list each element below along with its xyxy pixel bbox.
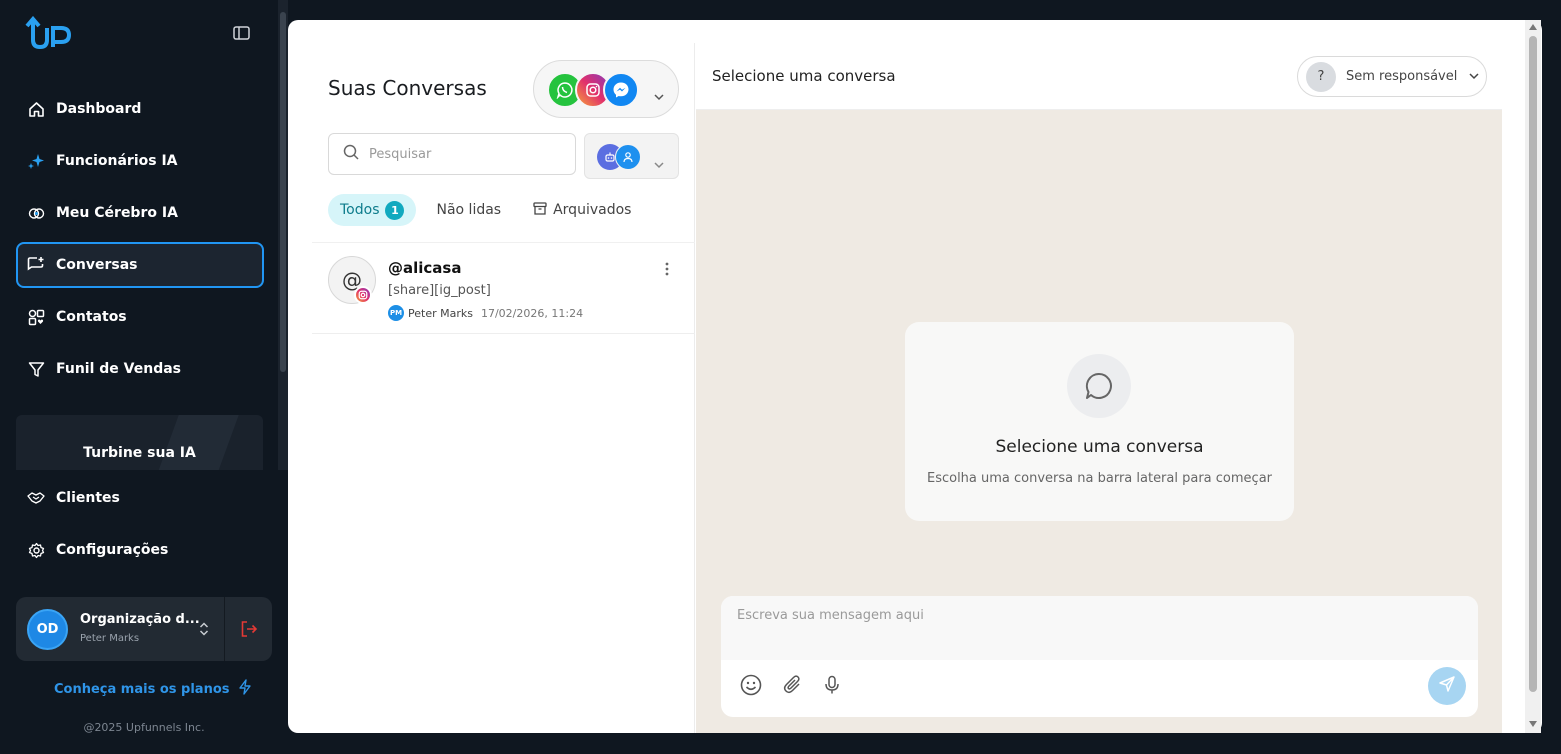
conversation-list-item[interactable]: @ @alicasa [share][ig_post] PM Peter Mar… <box>312 243 695 334</box>
chat-title: Selecione uma conversa <box>712 67 896 85</box>
main-panel: Suas Conversas Todos 1 Não lidas <box>288 20 1542 733</box>
attachment-icon[interactable] <box>782 674 804 696</box>
more-options-icon[interactable] <box>662 260 672 278</box>
page-scrollbar[interactable] <box>1525 20 1541 733</box>
agent-name: Peter Marks <box>408 306 473 320</box>
messenger-icon <box>603 72 639 108</box>
tab-todos[interactable]: Todos 1 <box>328 194 417 226</box>
sidebar-item-label: Funcionários IA <box>56 153 178 169</box>
sidebar-item-label: Dashboard <box>56 101 142 117</box>
tab-nao-lidas[interactable]: Não lidas <box>424 194 513 226</box>
chat-area: Selecione uma conversa Escolha uma conve… <box>696 110 1502 733</box>
avatar: OD <box>27 609 68 650</box>
promo-banner[interactable]: Turbine sua IA <box>16 415 263 470</box>
sidebar-item-funcionarios-ia[interactable]: Funcionários IA <box>16 138 264 184</box>
promo-title: Turbine sua IA <box>83 445 196 461</box>
divider <box>224 597 225 661</box>
conversations-panel: Suas Conversas Todos 1 Não lidas <box>312 43 695 733</box>
emoji-icon[interactable] <box>740 674 762 696</box>
upfunnels-logo[interactable] <box>24 15 74 54</box>
sidebar-item-contatos[interactable]: Contatos <box>16 294 264 340</box>
empty-state-title: Selecione uma conversa <box>995 437 1204 457</box>
search-input[interactable] <box>369 146 559 162</box>
organization-card[interactable]: OD Organização d... Peter Marks <box>16 597 272 661</box>
plans-link-label: Conheça mais os planos <box>54 681 230 697</box>
scroll-up-icon[interactable] <box>1529 24 1537 30</box>
assignee-avatar: ? <box>1306 61 1336 92</box>
channel-filter-button[interactable] <box>533 60 679 118</box>
sidebar: Dashboard Funcionários IA Meu Cérebro IA… <box>0 0 278 754</box>
sidebar-toggle-icon[interactable] <box>233 25 250 40</box>
handshake-icon <box>27 489 45 507</box>
user-icon <box>615 144 641 170</box>
empty-state-card: Selecione uma conversa Escolha uma conve… <box>905 322 1294 521</box>
send-button[interactable] <box>1428 667 1466 705</box>
sidebar-item-label: Meu Cérebro IA <box>56 205 178 221</box>
message-preview: [share][ig_post] <box>388 283 491 298</box>
scrollbar-thumb[interactable] <box>1529 36 1537 692</box>
copyright: @2025 Upfunnels Inc. <box>83 721 205 734</box>
agent-filter-button[interactable] <box>584 133 679 179</box>
plans-link[interactable]: Conheça mais os planos <box>54 679 252 699</box>
contacts-icon <box>27 308 45 326</box>
unread-count-badge: 1 <box>385 200 405 220</box>
message-composer <box>721 596 1478 717</box>
message-input[interactable] <box>721 596 1478 660</box>
brain-icon <box>27 204 45 222</box>
chevron-down-icon <box>654 154 664 169</box>
sidebar-item-dashboard[interactable]: Dashboard <box>16 86 264 132</box>
scroll-down-icon[interactable] <box>1529 721 1537 727</box>
chat-plus-icon <box>27 256 45 274</box>
sidebar-item-funil-de-vendas[interactable]: Funil de Vendas <box>16 346 264 392</box>
tab-label: Não lidas <box>436 202 502 218</box>
chat-bubble-icon <box>1067 354 1131 418</box>
home-icon <box>27 100 45 118</box>
sidebar-item-label: Configurações <box>56 542 169 558</box>
search-icon <box>343 144 359 164</box>
organization-name: Organização d... <box>80 612 200 627</box>
sidebar-item-label: Funil de Vendas <box>56 361 181 377</box>
microphone-icon[interactable] <box>821 674 843 696</box>
scrollbar-thumb[interactable] <box>280 12 286 372</box>
sidebar-item-configuracoes[interactable]: Configurações <box>16 527 264 573</box>
archive-icon <box>533 201 547 219</box>
chevron-down-icon <box>654 86 664 101</box>
gear-icon <box>27 541 45 559</box>
chevron-updown-icon[interactable] <box>198 621 210 637</box>
chevron-down-icon <box>1469 73 1479 80</box>
sidebar-item-conversas[interactable]: Conversas <box>16 242 264 288</box>
sparkles-icon <box>27 152 45 170</box>
instagram-icon <box>354 286 372 304</box>
empty-state-subtitle: Escolha uma conversa na barra lateral pa… <box>926 471 1272 486</box>
sidebar-item-label: Conversas <box>56 257 138 273</box>
logout-icon[interactable] <box>240 620 258 638</box>
agent-avatar: PM <box>388 305 404 321</box>
tab-label: Todos <box>340 202 380 218</box>
sidebar-item-label: Clientes <box>56 490 120 506</box>
organization-user: Peter Marks <box>80 633 140 644</box>
sidebar-item-meu-cerebro-ia[interactable]: Meu Cérebro IA <box>16 190 264 236</box>
tab-arquivados[interactable]: Arquivados <box>521 194 643 226</box>
conversation-tabs: Todos 1 Não lidas Arquivados <box>328 194 651 226</box>
contact-name: @alicasa <box>388 259 462 277</box>
bolt-icon <box>238 679 252 699</box>
conversation-date: 17/02/2026, 11:24 <box>480 306 584 320</box>
conversation-meta: PM Peter Marks 17/02/2026, 11:24 <box>388 305 583 321</box>
send-icon <box>1438 675 1456 697</box>
sidebar-scrollbar[interactable] <box>278 0 288 470</box>
page-title: Suas Conversas <box>328 76 487 100</box>
funnel-icon <box>27 360 45 378</box>
assignee-dropdown[interactable]: ? Sem responsável <box>1297 56 1487 97</box>
tab-label: Arquivados <box>553 202 632 218</box>
promo-decoration <box>149 415 243 470</box>
chat-header: Selecione uma conversa ? Sem responsável <box>696 43 1502 110</box>
sidebar-item-label: Contatos <box>56 309 127 325</box>
search-field[interactable] <box>328 133 576 175</box>
sidebar-item-clientes[interactable]: Clientes <box>16 475 264 521</box>
assignee-label: Sem responsável <box>1346 69 1458 84</box>
